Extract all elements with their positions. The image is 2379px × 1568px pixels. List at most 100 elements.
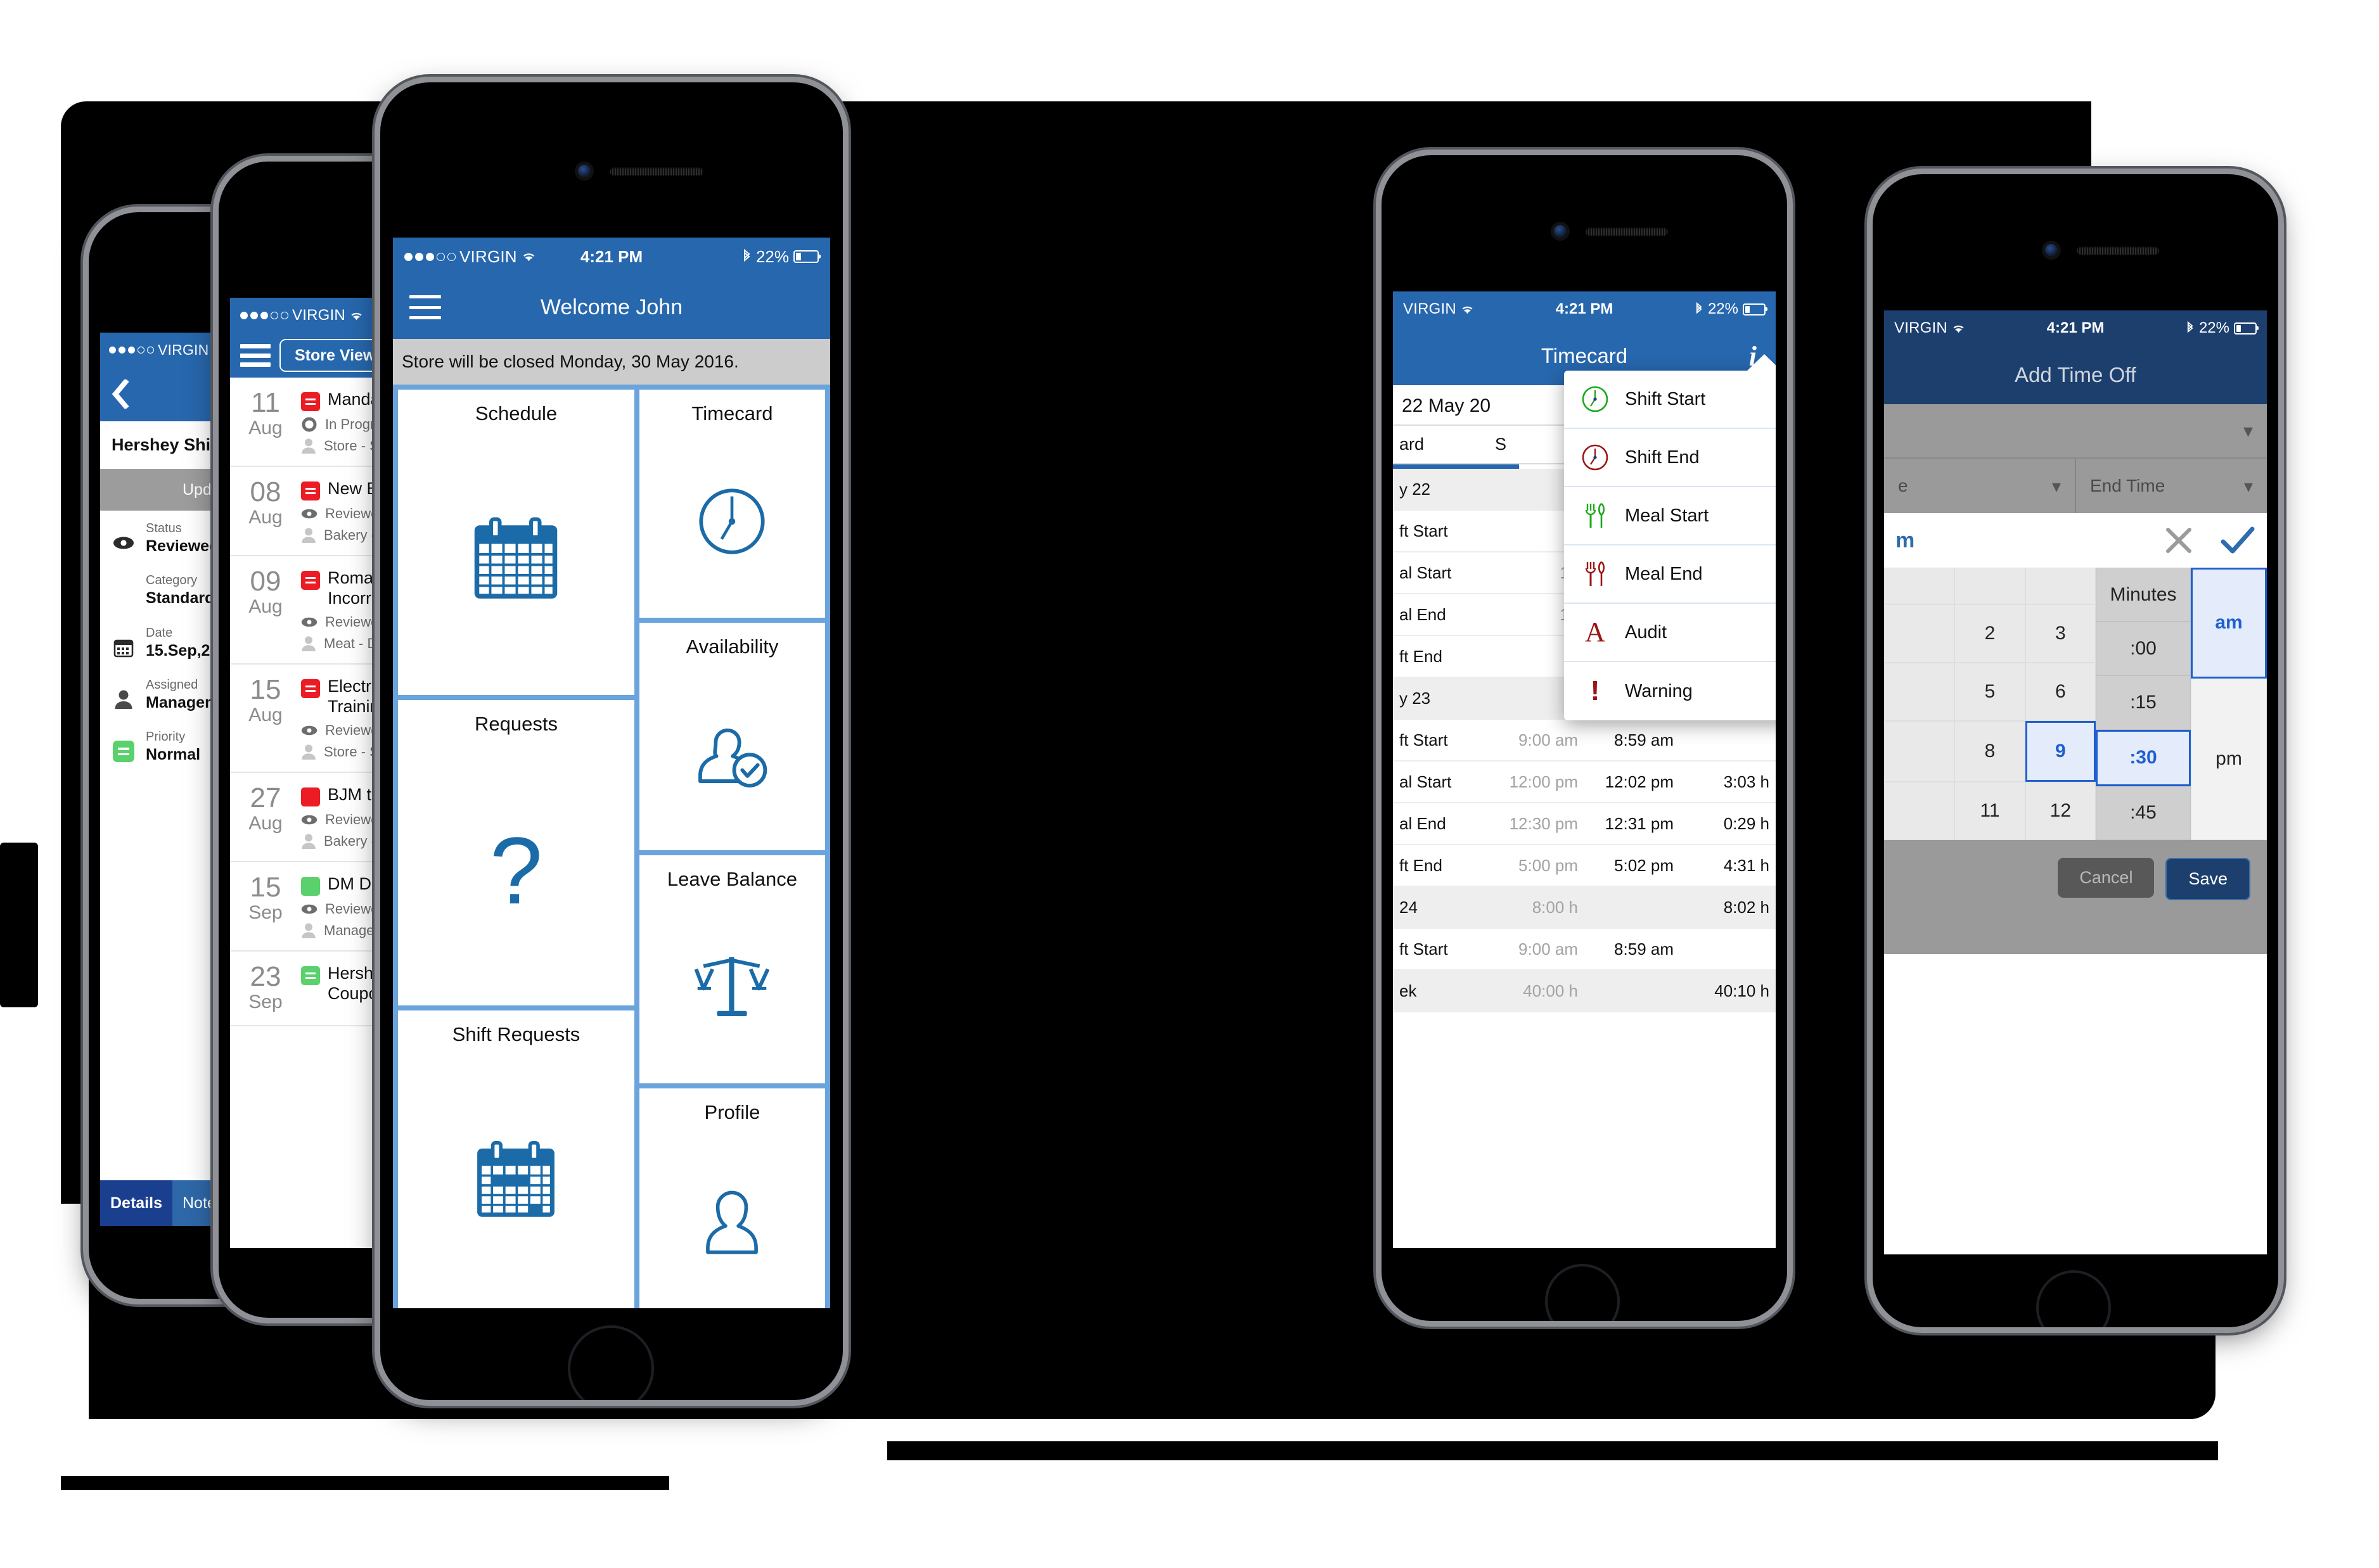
legend-item-shift-start[interactable]: Shift Start [1564, 371, 1776, 429]
row-label: ft End [1399, 646, 1442, 666]
hamburger-icon[interactable] [409, 295, 441, 319]
screen-add-time-off: VIRGIN 4:21 PM 22% Add Time Off ▾ e ▾ En… [1884, 310, 2267, 1254]
signal-dots-icon [404, 252, 456, 261]
cancel-button[interactable]: Cancel [2058, 858, 2155, 898]
chevron-left-icon[interactable] [110, 379, 129, 409]
tile-requests[interactable]: Requests ? [398, 700, 634, 1005]
legend-label: Audit [1625, 621, 1667, 642]
meridiem-cell-selected[interactable]: am [2191, 568, 2267, 679]
tile-profile[interactable]: Profile [639, 1088, 825, 1308]
hour-cell[interactable]: 11 [1954, 782, 2025, 840]
backdrop-mask-left [0, 1204, 89, 1470]
tile-availability[interactable]: Availability [639, 622, 825, 851]
hour-cell[interactable] [1884, 782, 1955, 840]
row-scheduled: 12:30 pm [1509, 813, 1578, 833]
legend-label: Meal End [1625, 563, 1703, 584]
item-date: 08 Aug [239, 478, 292, 544]
person-icon [302, 528, 316, 543]
item-month: Aug [248, 417, 283, 438]
tile-label: Timecard [691, 402, 773, 424]
legend-item-meal-end[interactable]: Meal End [1564, 545, 1776, 604]
status-bar-left: VIRGIN [1403, 300, 1475, 318]
legend-item-warning[interactable]: ! Warning [1564, 662, 1776, 720]
close-icon[interactable] [2163, 525, 2195, 556]
in-progress-icon [302, 417, 317, 432]
page-title: Timecard [1541, 344, 1628, 367]
field-value: Normal [146, 746, 201, 763]
legend-label: Shift Start [1625, 388, 1706, 409]
item-day: 09 [250, 566, 281, 597]
legend-label: Shift End [1625, 447, 1700, 468]
field-value: Reviewed [146, 537, 219, 555]
phone-timecard: VIRGIN 4:21 PM 22% Timecard i 22 May 20 … [1382, 155, 1787, 1321]
person-check-icon [639, 658, 825, 851]
hour-cell[interactable]: 2 [1954, 604, 2025, 663]
hour-cell[interactable] [2025, 568, 2096, 604]
wifi-icon [523, 253, 534, 262]
meridiem-column: am pm [2191, 568, 2267, 840]
item-day: 08 [250, 476, 281, 507]
hour-cell[interactable] [1884, 568, 1955, 604]
store-notice-banner: Store will be closed Monday, 30 May 2016… [393, 339, 830, 385]
legend-item-shift-end[interactable]: Shift End [1564, 429, 1776, 487]
end-time-field[interactable]: End Time ▾ [2075, 459, 2267, 513]
backdrop-left-tab [0, 843, 38, 1007]
bluetooth-icon [1696, 302, 1702, 314]
home-button[interactable] [2036, 1270, 2111, 1327]
minute-cell[interactable]: :00 [2096, 621, 2191, 676]
minute-cell-selected[interactable]: :30 [2096, 729, 2191, 786]
person-icon [302, 636, 316, 651]
carrier-label: VIRGIN [292, 307, 345, 324]
chevron-down-icon: ▾ [2243, 420, 2253, 442]
tile-shift-requests[interactable]: Shift Requests [398, 1010, 634, 1308]
home-button[interactable] [1545, 1264, 1620, 1321]
start-time-field[interactable]: e ▾ [1884, 459, 2075, 513]
hour-cell[interactable]: 12 [2025, 782, 2096, 840]
time-picker-header: m [1884, 513, 2267, 568]
legend-item-meal-start[interactable]: Meal Start [1564, 487, 1776, 545]
tile-grid: Schedule Requests ? Shift Requests Timec… [393, 385, 830, 1308]
row-scheduled: 9:00 am [1518, 730, 1578, 749]
tile-schedule[interactable]: Schedule [398, 390, 634, 695]
hour-cell[interactable] [1884, 721, 1955, 782]
row-label: ek [1399, 981, 1417, 1000]
picker-current-value: m [1895, 528, 1915, 552]
minute-cell[interactable]: :45 [2096, 786, 2191, 841]
meridiem-cell[interactable]: pm [2191, 678, 2267, 840]
status-bar-time: 4:21 PM [2046, 319, 2105, 336]
tile-leave-balance[interactable]: Leave Balance [639, 855, 825, 1083]
hour-cell[interactable] [1884, 663, 1955, 721]
table-row: ft Start 9:00 am 8:59 am [1393, 929, 1776, 971]
hour-cell-selected[interactable]: 9 [2025, 721, 2096, 782]
hour-cell[interactable]: 3 [2025, 604, 2096, 663]
hour-cell[interactable] [1954, 568, 2025, 604]
priority-square-icon [301, 392, 320, 411]
table-row: 24 8:00 h 8:02 h [1393, 887, 1776, 929]
save-button[interactable]: Save [2165, 858, 2250, 900]
legend-item-audit[interactable]: A Audit [1564, 604, 1776, 662]
time-off-type-field[interactable]: ▾ [1884, 404, 2267, 459]
hour-cell[interactable]: 8 [1954, 721, 2025, 782]
clock-green-icon [1581, 385, 1610, 413]
hour-cell[interactable]: 5 [1954, 663, 2025, 721]
legend-label: Warning [1625, 680, 1693, 701]
priority-square-icon [301, 966, 320, 985]
tab-label: Notes [182, 1194, 224, 1212]
person-icon [112, 687, 136, 711]
person-icon [302, 833, 316, 849]
hamburger-icon[interactable] [240, 344, 271, 367]
letter-a-icon: A [1585, 616, 1605, 647]
hour-cell[interactable]: 6 [2025, 663, 2096, 721]
minute-cell[interactable]: :15 [2096, 675, 2191, 730]
status-bar-time: 4:21 PM [1555, 300, 1613, 317]
check-icon[interactable] [2220, 525, 2255, 556]
eye-icon [301, 904, 317, 914]
hour-cell[interactable] [1884, 604, 1955, 663]
tile-label: Requests [475, 713, 558, 735]
row-scheduled: 8:00 h [1532, 897, 1578, 917]
home-button[interactable] [568, 1325, 654, 1400]
field-value: e [1898, 476, 1908, 495]
tile-timecard[interactable]: Timecard [639, 390, 825, 618]
tab-details[interactable]: Details [100, 1180, 172, 1226]
tile-label: Availability [686, 635, 779, 658]
